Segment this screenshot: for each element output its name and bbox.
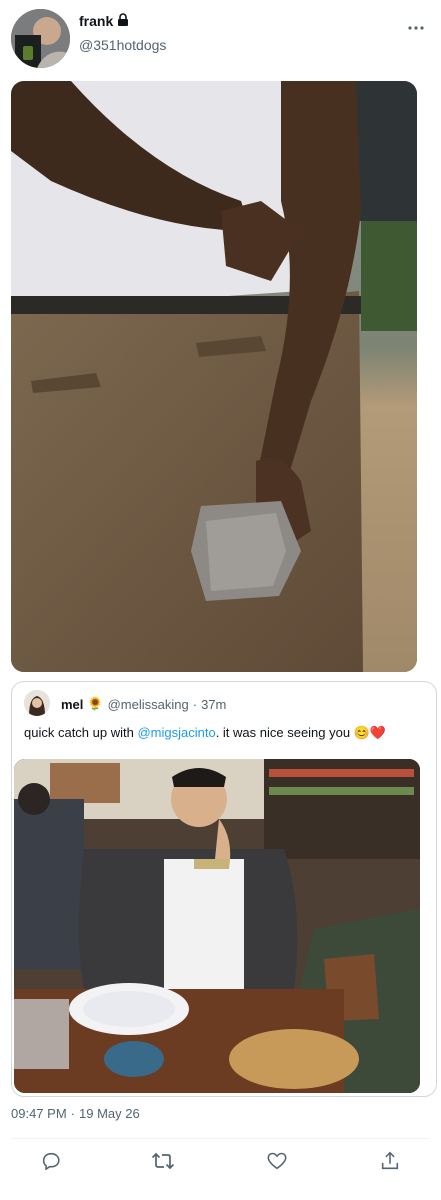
retweet-button[interactable] bbox=[149, 1149, 177, 1177]
author-display-name: frank bbox=[79, 13, 114, 29]
author-avatar[interactable] bbox=[11, 9, 70, 68]
like-button[interactable] bbox=[263, 1149, 291, 1177]
quote-author-handle[interactable]: @melissaking bbox=[108, 697, 189, 712]
more-options-button[interactable] bbox=[401, 16, 431, 36]
share-button[interactable] bbox=[376, 1149, 404, 1177]
timestamp-date: 19 May 26 bbox=[79, 1106, 140, 1121]
action-bar bbox=[0, 1145, 441, 1185]
quote-time[interactable]: 37m bbox=[201, 697, 226, 712]
quote-separator: · bbox=[192, 696, 198, 712]
like-icon bbox=[266, 1150, 288, 1177]
tweet-header: frank @351hotdogs bbox=[0, 0, 441, 76]
reply-icon bbox=[40, 1150, 62, 1177]
tweet-timestamp[interactable]: 09:47 PM · 19 May 26 bbox=[11, 1106, 140, 1121]
sunflower-emoji: 🌻 bbox=[87, 696, 104, 711]
tweet-photo[interactable] bbox=[11, 81, 417, 672]
mention-link[interactable]: @migsjacinto bbox=[137, 725, 215, 740]
timestamp-separator: · bbox=[70, 1106, 75, 1121]
quote-header: mel 🌻 @melissaking · 37m bbox=[61, 696, 226, 712]
divider bbox=[11, 1138, 430, 1139]
quote-photo[interactable] bbox=[14, 759, 420, 1093]
lock-icon bbox=[117, 13, 129, 29]
quote-author-name[interactable]: mel bbox=[61, 697, 83, 712]
quote-text: quick catch up with @migsjacinto. it was… bbox=[24, 725, 386, 741]
quote-avatar[interactable] bbox=[24, 690, 50, 716]
author-handle[interactable]: @351hotdogs bbox=[79, 37, 166, 53]
reply-button[interactable] bbox=[37, 1149, 65, 1177]
quoted-tweet[interactable]: mel 🌻 @melissaking · 37m quick catch up … bbox=[11, 681, 437, 1097]
quote-text-before: quick catch up with bbox=[24, 725, 138, 740]
timestamp-time: 09:47 PM bbox=[11, 1106, 67, 1121]
retweet-icon bbox=[151, 1150, 175, 1177]
more-horizontal-icon bbox=[408, 17, 424, 35]
quote-text-after: . it was nice seeing you 😊❤️ bbox=[215, 725, 387, 740]
share-icon bbox=[379, 1150, 401, 1177]
author-name[interactable]: frank bbox=[79, 13, 129, 29]
